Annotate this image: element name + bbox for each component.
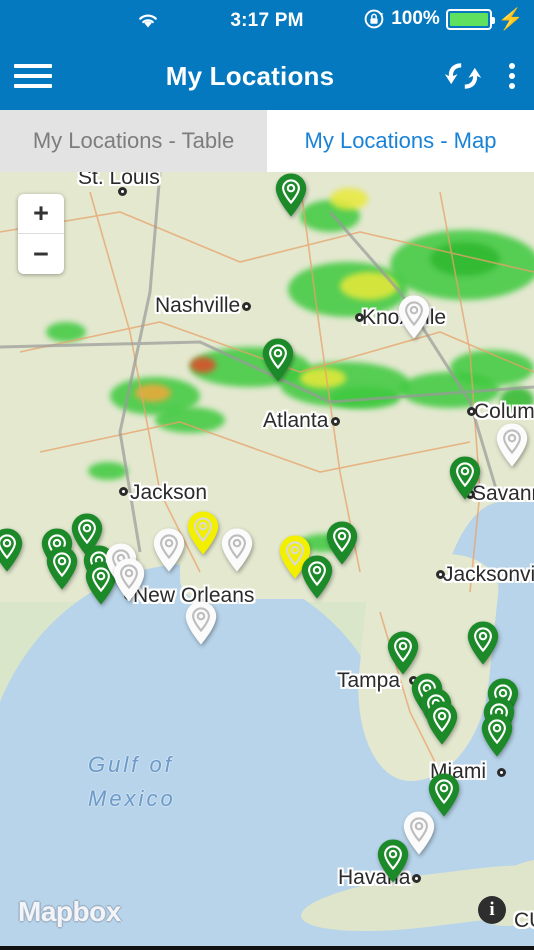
map-city-dot [355, 313, 364, 322]
map-city-dot [242, 302, 251, 311]
zoom-out-button[interactable]: − [18, 234, 64, 274]
map-location-pin[interactable] [220, 527, 254, 573]
map-city-dot [412, 874, 421, 883]
status-right-cluster: 100% ⚡ [363, 8, 524, 30]
map-roads [0, 172, 534, 773]
map-location-pin[interactable] [261, 337, 295, 383]
mapbox-attribution[interactable]: Mapbox [18, 896, 121, 928]
sync-refresh-icon[interactable] [436, 56, 490, 96]
tab-label: My Locations - Map [304, 128, 497, 153]
tab-bar: My Locations - Table My Locations - Map [0, 110, 534, 172]
tab-label: My Locations - Table [32, 128, 235, 153]
map-location-pin[interactable] [425, 700, 459, 746]
hamburger-menu-icon[interactable] [14, 64, 70, 88]
more-vertical-icon[interactable] [490, 63, 534, 89]
map-location-pin[interactable] [152, 527, 186, 573]
wifi-icon [136, 10, 160, 30]
map-location-pin[interactable] [448, 455, 482, 501]
map-zoom-controls[interactable]: + − [18, 194, 64, 274]
rotation-lock-icon [363, 8, 385, 30]
map-info-button[interactable]: i [478, 896, 506, 924]
battery-full-icon [445, 8, 495, 30]
map-location-pin[interactable] [495, 422, 529, 468]
zoom-in-button[interactable]: + [18, 194, 64, 234]
map-location-pin[interactable] [480, 712, 514, 758]
map-location-pin[interactable] [386, 630, 420, 676]
map-location-pin[interactable] [397, 294, 431, 340]
map-location-pin[interactable] [274, 172, 308, 218]
map-location-pin[interactable] [376, 838, 410, 884]
map-city-dot [331, 417, 340, 426]
charging-bolt-icon: ⚡ [497, 7, 524, 31]
map-location-pin[interactable] [186, 510, 220, 556]
map-city-dot [119, 487, 128, 496]
map-location-pin[interactable] [325, 520, 359, 566]
map-city-dot [118, 187, 127, 196]
status-time: 3:17 PM [230, 10, 304, 31]
app-bar: My Locations [0, 42, 534, 110]
tab-my-locations-map[interactable]: My Locations - Map [267, 110, 534, 172]
map-location-pin[interactable] [45, 545, 79, 591]
map-city-dot [467, 407, 476, 416]
map-location-pin[interactable] [184, 600, 218, 646]
map-city-dot [497, 768, 506, 777]
tab-my-locations-table[interactable]: My Locations - Table [0, 110, 267, 172]
map-view[interactable]: St. LouisNashvilleKnoxvilleAtlantaColumb… [0, 172, 534, 950]
map-location-pin[interactable] [0, 527, 24, 573]
map-location-pin[interactable] [466, 620, 500, 666]
battery-percent-label: 100% [391, 8, 440, 29]
page-title: My Locations [165, 60, 335, 91]
bottom-edge [0, 946, 534, 950]
app-root: 3:17 PM 100% ⚡ My Locations My Locations… [0, 0, 534, 950]
status-bar: 3:17 PM 100% ⚡ [0, 0, 534, 42]
map-location-pin[interactable] [112, 557, 146, 603]
map-canvas: St. LouisNashvilleKnoxvilleAtlantaColumb… [0, 172, 534, 950]
map-city-dot [436, 570, 445, 579]
